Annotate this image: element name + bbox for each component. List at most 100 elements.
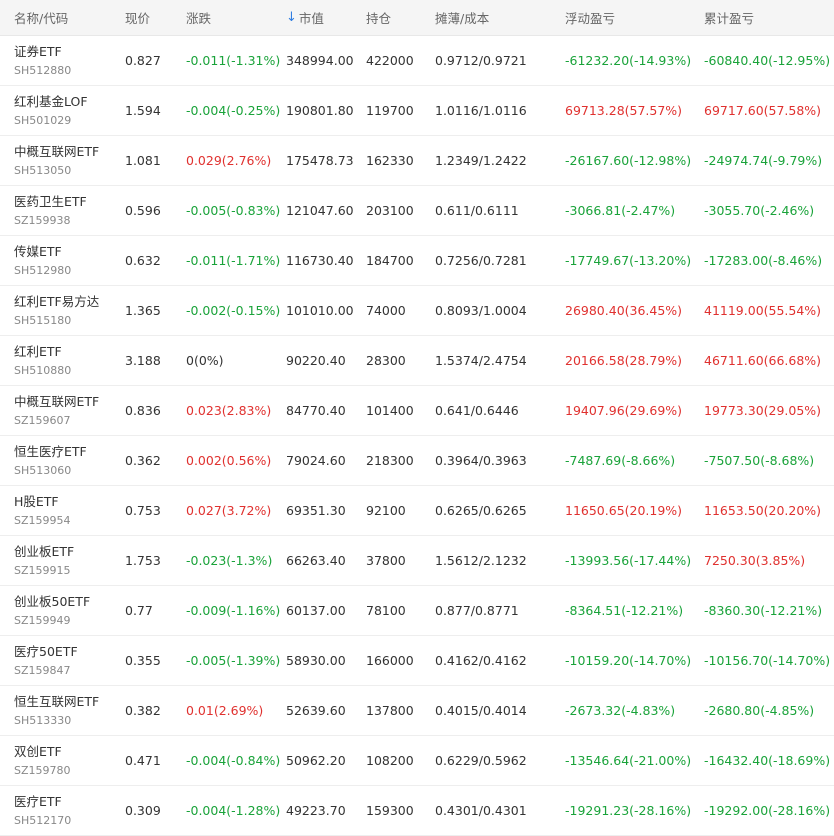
name-code-cell: 双创ETF SZ159780 <box>14 736 71 785</box>
fund-name[interactable]: 红利ETF <box>14 343 62 361</box>
market-value-cell: 175478.73 <box>286 153 354 168</box>
fund-name[interactable]: 红利基金LOF <box>14 93 88 111</box>
table-row[interactable]: H股ETF SZ159954 0.753 0.027(3.72%) 69351.… <box>0 486 834 536</box>
cost-cell: 0.4015/0.4014 <box>435 703 527 718</box>
header-price[interactable]: 现价 <box>125 0 150 35</box>
cumulative-pl-cell: 19773.30(29.05%) <box>704 403 822 418</box>
position-cell: 74000 <box>366 303 406 318</box>
cumulative-pl-cell: 69717.60(57.58%) <box>704 103 822 118</box>
fund-name[interactable]: H股ETF <box>14 493 59 511</box>
change-cell: -0.005(-1.39%) <box>186 653 281 668</box>
change-cell: -0.004(-0.84%) <box>186 753 281 768</box>
cost-cell: 1.0116/1.0116 <box>435 103 527 118</box>
cumulative-pl-cell: -10156.70(-14.70%) <box>704 653 831 668</box>
change-cell: 0.01(2.69%) <box>186 703 264 718</box>
table-row[interactable]: 医药卫生ETF SZ159938 0.596 -0.005(-0.83%) 12… <box>0 186 834 236</box>
table-row[interactable]: 红利ETF易方达 SH515180 1.365 -0.002(-0.15%) 1… <box>0 286 834 336</box>
name-code-cell: 中概互联网ETF SH513050 <box>14 136 99 185</box>
header-market-value-label: 市值 <box>298 11 324 26</box>
table-row[interactable]: 红利基金LOF SH501029 1.594 -0.004(-0.25%) 19… <box>0 86 834 136</box>
cumulative-pl-cell: 7250.30(3.85%) <box>704 553 806 568</box>
position-cell: 422000 <box>366 53 414 68</box>
fund-name[interactable]: 中概互联网ETF <box>14 143 99 161</box>
fund-code: SZ159847 <box>14 663 71 677</box>
cost-cell: 0.7256/0.7281 <box>435 253 527 268</box>
table-row[interactable]: 中概互联网ETF SH513050 1.081 0.029(2.76%) 175… <box>0 136 834 186</box>
header-floating-pl[interactable]: 浮动盈亏 <box>565 0 615 35</box>
floating-pl-cell: -19291.23(-28.16%) <box>565 803 692 818</box>
cumulative-pl-cell: 11653.50(20.20%) <box>704 503 822 518</box>
change-cell: -0.004(-1.28%) <box>186 803 281 818</box>
fund-name[interactable]: 证券ETF <box>14 43 62 61</box>
table-row[interactable]: 恒生医疗ETF SH513060 0.362 0.002(0.56%) 7902… <box>0 436 834 486</box>
price-cell: 3.188 <box>125 353 161 368</box>
header-position[interactable]: 持仓 <box>366 0 391 35</box>
fund-name[interactable]: 恒生医疗ETF <box>14 443 87 461</box>
table-body: 证券ETF SH512880 0.827 -0.011(-1.31%) 3489… <box>0 36 834 836</box>
cost-cell: 0.9712/0.9721 <box>435 53 527 68</box>
cost-cell: 0.4162/0.4162 <box>435 653 527 668</box>
header-market-value[interactable]: ↓ 市值 <box>286 0 324 35</box>
change-cell: 0.027(3.72%) <box>186 503 272 518</box>
market-value-cell: 58930.00 <box>286 653 346 668</box>
table-row[interactable]: 双创ETF SZ159780 0.471 -0.004(-0.84%) 5096… <box>0 736 834 786</box>
name-code-cell: 医疗50ETF SZ159847 <box>14 636 78 685</box>
floating-pl-cell: -3066.81(-2.47%) <box>565 203 676 218</box>
fund-name[interactable]: 恒生互联网ETF <box>14 693 99 711</box>
price-cell: 0.382 <box>125 703 161 718</box>
name-code-cell: 医药卫生ETF SZ159938 <box>14 186 87 235</box>
market-value-cell: 348994.00 <box>286 53 354 68</box>
cumulative-pl-cell: -7507.50(-8.68%) <box>704 453 815 468</box>
header-name-code[interactable]: 名称/代码 <box>14 0 68 35</box>
cost-cell: 0.4301/0.4301 <box>435 803 527 818</box>
fund-name[interactable]: 医疗ETF <box>14 793 62 811</box>
market-value-cell: 90220.40 <box>286 353 346 368</box>
fund-name[interactable]: 创业板50ETF <box>14 593 90 611</box>
fund-code: SZ159915 <box>14 563 71 577</box>
fund-code: SH512980 <box>14 263 72 277</box>
fund-name[interactable]: 传媒ETF <box>14 243 62 261</box>
header-change[interactable]: 涨跌 <box>186 0 211 35</box>
table-row[interactable]: 红利ETF SH510880 3.188 0(0%) 90220.40 2830… <box>0 336 834 386</box>
name-code-cell: 恒生互联网ETF SH513330 <box>14 686 99 735</box>
position-cell: 162330 <box>366 153 414 168</box>
position-cell: 203100 <box>366 203 414 218</box>
table-row[interactable]: 传媒ETF SH512980 0.632 -0.011(-1.71%) 1167… <box>0 236 834 286</box>
table-row[interactable]: 医疗50ETF SZ159847 0.355 -0.005(-1.39%) 58… <box>0 636 834 686</box>
fund-name[interactable]: 医药卫生ETF <box>14 193 87 211</box>
name-code-cell: 红利ETF SH510880 <box>14 336 71 385</box>
fund-code: SZ159949 <box>14 613 71 627</box>
fund-name[interactable]: 红利ETF易方达 <box>14 293 99 311</box>
header-cost[interactable]: 摊薄/成本 <box>435 0 489 35</box>
fund-code: SH513060 <box>14 463 72 477</box>
name-code-cell: 红利ETF易方达 SH515180 <box>14 286 99 335</box>
change-cell: -0.009(-1.16%) <box>186 603 281 618</box>
table-row[interactable]: 创业板50ETF SZ159949 0.77 -0.009(-1.16%) 60… <box>0 586 834 636</box>
change-cell: 0.002(0.56%) <box>186 453 272 468</box>
fund-code: SZ159938 <box>14 213 71 227</box>
market-value-cell: 60137.00 <box>286 603 346 618</box>
fund-name[interactable]: 医疗50ETF <box>14 643 78 661</box>
position-cell: 159300 <box>366 803 414 818</box>
price-cell: 1.753 <box>125 553 161 568</box>
cumulative-pl-cell: -2680.80(-4.85%) <box>704 703 815 718</box>
cumulative-pl-cell: -8360.30(-12.21%) <box>704 603 823 618</box>
floating-pl-cell: -13993.56(-17.44%) <box>565 553 692 568</box>
market-value-cell: 50962.20 <box>286 753 346 768</box>
table-row[interactable]: 创业板ETF SZ159915 1.753 -0.023(-1.3%) 6626… <box>0 536 834 586</box>
cumulative-pl-cell: -16432.40(-18.69%) <box>704 753 831 768</box>
cost-cell: 0.6265/0.6265 <box>435 503 527 518</box>
market-value-cell: 66263.40 <box>286 553 346 568</box>
fund-name[interactable]: 双创ETF <box>14 743 62 761</box>
fund-name[interactable]: 创业板ETF <box>14 543 74 561</box>
table-row[interactable]: 证券ETF SH512880 0.827 -0.011(-1.31%) 3489… <box>0 36 834 86</box>
floating-pl-cell: -61232.20(-14.93%) <box>565 53 692 68</box>
table-row[interactable]: 医疗ETF SH512170 0.309 -0.004(-1.28%) 4922… <box>0 786 834 836</box>
fund-name[interactable]: 中概互联网ETF <box>14 393 99 411</box>
change-cell: -0.023(-1.3%) <box>186 553 273 568</box>
header-cumulative-pl[interactable]: 累计盈亏 <box>704 0 754 35</box>
cost-cell: 0.6229/0.5962 <box>435 753 527 768</box>
name-code-cell: 传媒ETF SH512980 <box>14 236 71 285</box>
table-row[interactable]: 中概互联网ETF SZ159607 0.836 0.023(2.83%) 847… <box>0 386 834 436</box>
table-row[interactable]: 恒生互联网ETF SH513330 0.382 0.01(2.69%) 5263… <box>0 686 834 736</box>
